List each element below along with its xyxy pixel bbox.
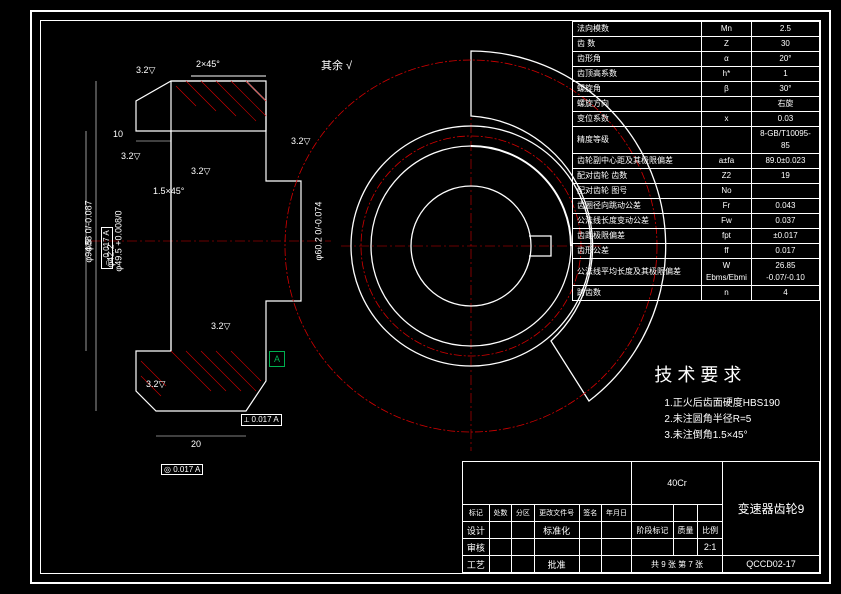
drawing-frame: 其余 √: [0, 0, 841, 594]
title-block: 40Cr变速器齿轮9 标记处数分区更改文件号签名年月日 设计标准化 阶段标记质量…: [462, 461, 820, 573]
dim-d5: φ60.2 0/-0.074: [313, 202, 323, 261]
surf-5: 3.2▽: [146, 379, 165, 390]
gtol-1: ⌓ 0.017 A: [101, 227, 113, 269]
surf-2: 3.2▽: [121, 151, 140, 162]
dim-chamfer2: 1.5×45°: [153, 186, 184, 196]
gtol-2: ⟂ 0.017 A: [241, 414, 282, 426]
dim-w1: 10: [113, 129, 123, 139]
surf-3: 3.2▽: [191, 166, 210, 177]
gear-parameter-table: 法向模数Mn2.5齿 数Z30齿形角α20°齿顶高系数h*1螺旋角β30°螺旋方…: [572, 21, 820, 301]
surf-4: 3.2▽: [211, 321, 230, 332]
dim-chamfer1: 2×45°: [196, 59, 220, 69]
dim-w2: 20: [191, 439, 201, 449]
surf-6: 3.2▽: [291, 136, 310, 147]
drawing-number: QCCD02-17: [723, 556, 820, 573]
tech-req-title: 技 术 要 求: [654, 361, 780, 390]
dim-d2: φ94.5: [84, 239, 94, 262]
technical-requirements: 技 术 要 求 1.正火后齿面硬度HBS1902.未注圆角半径R=53.未注倒角…: [654, 361, 780, 444]
outer-border: 其余 √: [30, 10, 831, 584]
gtol-3: ◎ 0.017 A: [161, 464, 203, 475]
material: 40Cr: [631, 462, 722, 505]
datum-a: A: [269, 351, 285, 367]
surf-1: 3.2▽: [136, 65, 155, 76]
inner-border: 其余 √: [40, 20, 821, 574]
part-name: 变速器齿轮9: [723, 462, 820, 556]
